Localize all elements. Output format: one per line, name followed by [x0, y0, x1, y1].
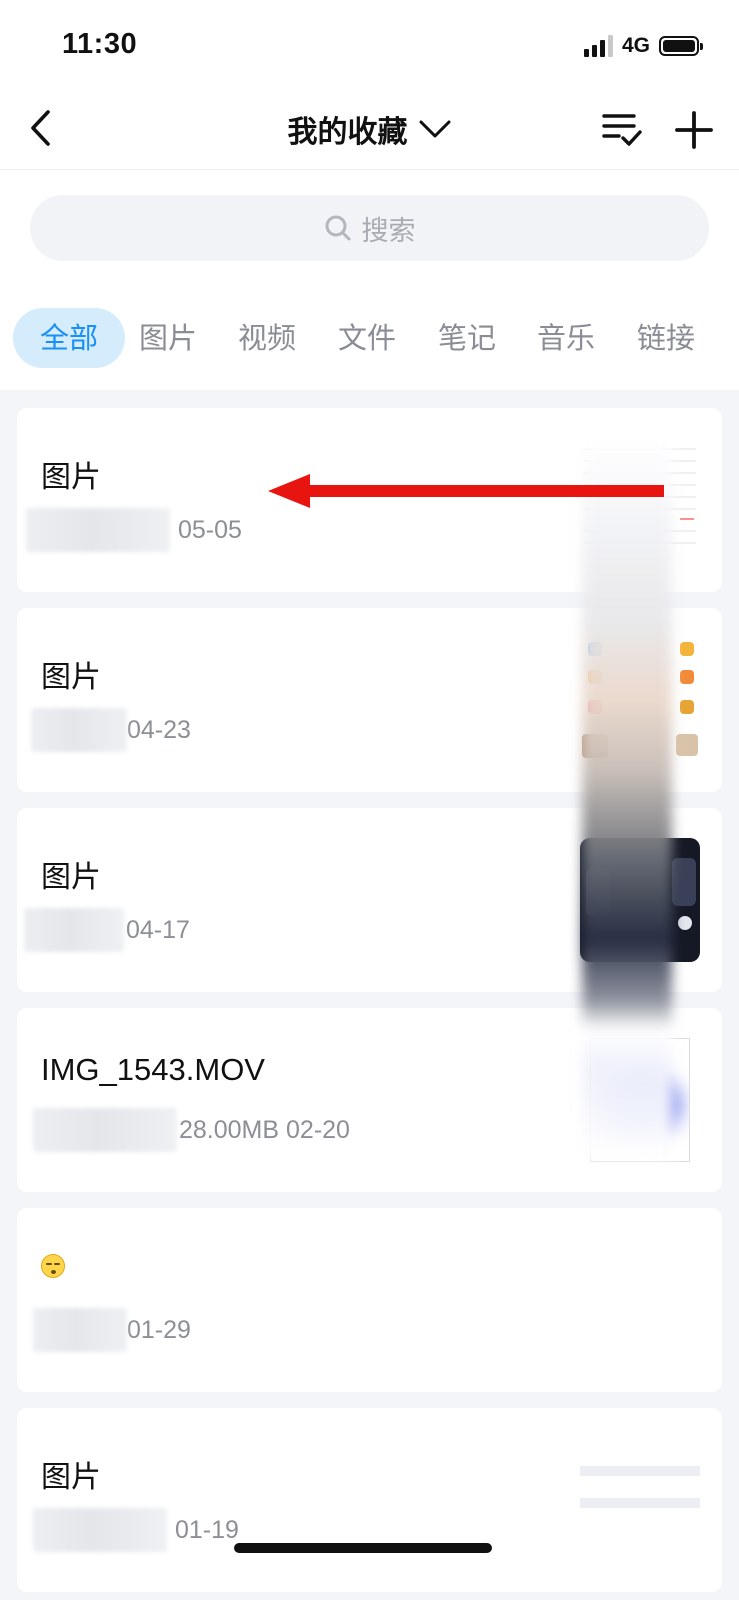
tab-notes[interactable]: 笔记 — [411, 308, 523, 368]
annotation-arrow-icon — [268, 474, 664, 508]
item-date: 05-05 — [178, 515, 242, 544]
list-check-icon — [602, 114, 642, 146]
item-date: 01-19 — [175, 1515, 239, 1544]
sleepy-face-emoji — [41, 1254, 65, 1278]
tab-videos[interactable]: 视频 — [211, 308, 323, 368]
tab-all[interactable]: 全部 — [13, 308, 125, 368]
tab-images[interactable]: 图片 — [112, 308, 224, 368]
item-meta: 04-23 — [31, 708, 191, 752]
plus-icon — [675, 111, 713, 149]
page-title: 我的收藏 — [287, 115, 408, 150]
item-meta: 01-29 — [33, 1308, 191, 1352]
status-time: 11:30 — [62, 28, 138, 60]
item-title: 图片 — [41, 860, 101, 895]
search-icon — [325, 215, 350, 241]
chevron-down-icon — [419, 120, 450, 138]
tab-music[interactable]: 音乐 — [510, 308, 622, 368]
status-bar: 11:30 4G — [0, 0, 739, 90]
item-size-date: 28.00MB 02-20 — [179, 1115, 350, 1144]
redacted-text — [33, 1308, 127, 1352]
item-meta: 01-19 — [33, 1508, 239, 1552]
search-area: 搜索 — [0, 170, 739, 290]
tab-links[interactable]: 链接 — [610, 308, 722, 368]
document-thumbnail — [580, 1438, 700, 1562]
search-placeholder: 搜索 — [361, 215, 416, 247]
privacy-blur — [582, 440, 672, 1160]
item-title: 图片 — [41, 660, 101, 695]
item-meta: 28.00MB 02-20 — [33, 1108, 350, 1152]
redacted-text — [33, 1508, 167, 1552]
redacted-text — [26, 508, 170, 552]
list-item[interactable]: 图片 01-19 — [17, 1408, 722, 1592]
item-title: 图片 — [41, 1460, 101, 1495]
list-item[interactable]: 01-29 — [17, 1208, 722, 1392]
item-title: 图片 — [41, 460, 101, 495]
item-meta: 04-17 — [24, 908, 190, 952]
nav-bar: 我的收藏 — [0, 90, 739, 170]
redacted-text — [24, 908, 124, 952]
item-date: 04-23 — [127, 715, 191, 744]
item-date: 04-17 — [126, 915, 190, 944]
item-title: IMG_1543.MOV — [41, 1052, 265, 1087]
category-tabs: 全部 图片 视频 文件 笔记 音乐 链接 — [0, 290, 739, 390]
item-date: 01-29 — [127, 1315, 191, 1344]
redacted-text — [31, 708, 127, 752]
sort-button[interactable] — [599, 108, 645, 152]
item-meta: 05-05 — [26, 508, 242, 552]
nav-actions — [599, 108, 717, 152]
redacted-text — [33, 1108, 177, 1152]
signal-icon — [583, 35, 613, 57]
search-input[interactable]: 搜索 — [30, 195, 709, 261]
status-indicators: 4G — [583, 34, 703, 58]
network-type: 4G — [621, 34, 650, 57]
home-indicator — [234, 1543, 492, 1553]
battery-icon — [659, 36, 703, 56]
add-button[interactable] — [671, 108, 717, 152]
tab-files[interactable]: 文件 — [311, 308, 423, 368]
